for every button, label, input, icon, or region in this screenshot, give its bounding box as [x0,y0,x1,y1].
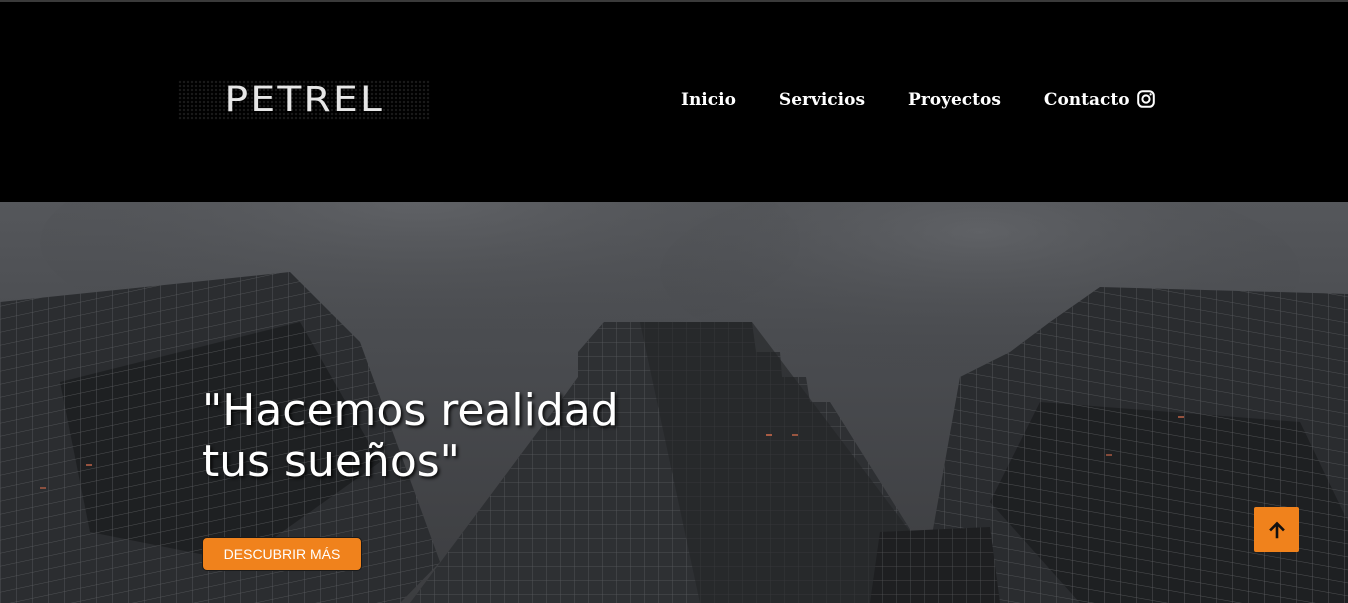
hero-title-line-1: "Hacemos realidad [202,385,619,436]
page: PETREL Inicio Servicios Proyectos Contac… [0,0,1348,603]
nav-link-inicio[interactable]: Inicio [681,88,736,112]
nav-link-servicios[interactable]: Servicios [779,88,865,112]
hero-section: "Hacemos realidad tus sueños" DESCUBRIR … [0,202,1348,603]
discover-more-button[interactable]: DESCUBRIR MÁS [202,537,362,571]
nav-link-contacto[interactable]: Contacto [1044,88,1130,112]
scroll-to-top-button[interactable] [1254,507,1299,552]
hero-title: "Hacemos realidad tus sueños" [202,385,672,487]
instagram-icon[interactable] [1137,90,1155,108]
arrow-up-icon [1268,521,1285,538]
logo[interactable]: PETREL [178,80,430,120]
nav-link-proyectos[interactable]: Proyectos [908,88,1001,112]
hero-title-line-2: tus sueños" [202,436,460,487]
main-nav: Inicio Servicios Proyectos Contacto [681,88,1172,112]
logo-text: PETREL [224,79,384,120]
site-header: PETREL Inicio Servicios Proyectos Contac… [0,2,1348,202]
